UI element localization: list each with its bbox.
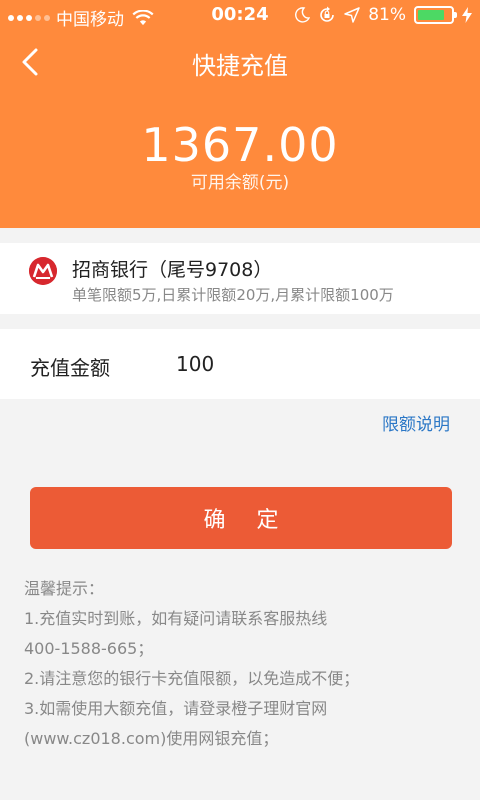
battery-percent: 81% (368, 5, 406, 25)
amount-row: 充值金额 (0, 329, 480, 399)
bank-card-selector[interactable]: 招商银行（尾号9708） 单笔限额5万,日累计限额20万,月累计限额100万 (0, 243, 480, 314)
battery-fill (418, 10, 444, 20)
limit-info-link[interactable]: 限额说明 (382, 410, 450, 435)
header-banner: 中国移动 00:24 81% 快捷充值 1367.00 可用余额(元) (0, 0, 480, 228)
confirm-button[interactable]: 确 定 (30, 487, 452, 549)
tips-line: 3.如需使用大额充值，请登录橙子理财官网 (24, 699, 328, 718)
status-bar: 中国移动 00:24 81% (0, 0, 480, 30)
battery-icon (414, 6, 457, 24)
bank-limit: 单笔限额5万,日累计限额20万,月累计限额100万 (72, 286, 394, 304)
page-title: 快捷充值 (192, 52, 288, 80)
tips-line: (www.cz018.com)使用网银充值； (24, 729, 279, 748)
balance-amount: 1367.00 (141, 118, 339, 172)
bank-name: 招商银行（尾号9708） (72, 259, 273, 281)
tips-section: 温馨提示： 1.充值实时到账，如有疑问请联系客服热线 400-1588-665；… (24, 574, 464, 754)
status-bar-right: 81% (294, 5, 472, 25)
moon-icon (295, 7, 311, 23)
nav-bar: 快捷充值 (0, 30, 480, 94)
tips-line: 1.充值实时到账，如有疑问请联系客服热线 (24, 609, 328, 628)
tips-line: 2.请注意您的银行卡充值限额，以免造成不便； (24, 669, 360, 688)
amount-label: 充值金额 (30, 356, 110, 380)
balance-label: 可用余额(元) (190, 173, 290, 193)
cmb-bank-logo-icon (29, 257, 57, 285)
location-icon (344, 7, 360, 23)
tips-line: 400-1588-665； (24, 639, 154, 658)
tips-title: 温馨提示： (24, 579, 105, 598)
charging-icon (462, 7, 472, 23)
amount-input[interactable] (176, 345, 456, 383)
rotation-lock-icon (320, 6, 335, 22)
